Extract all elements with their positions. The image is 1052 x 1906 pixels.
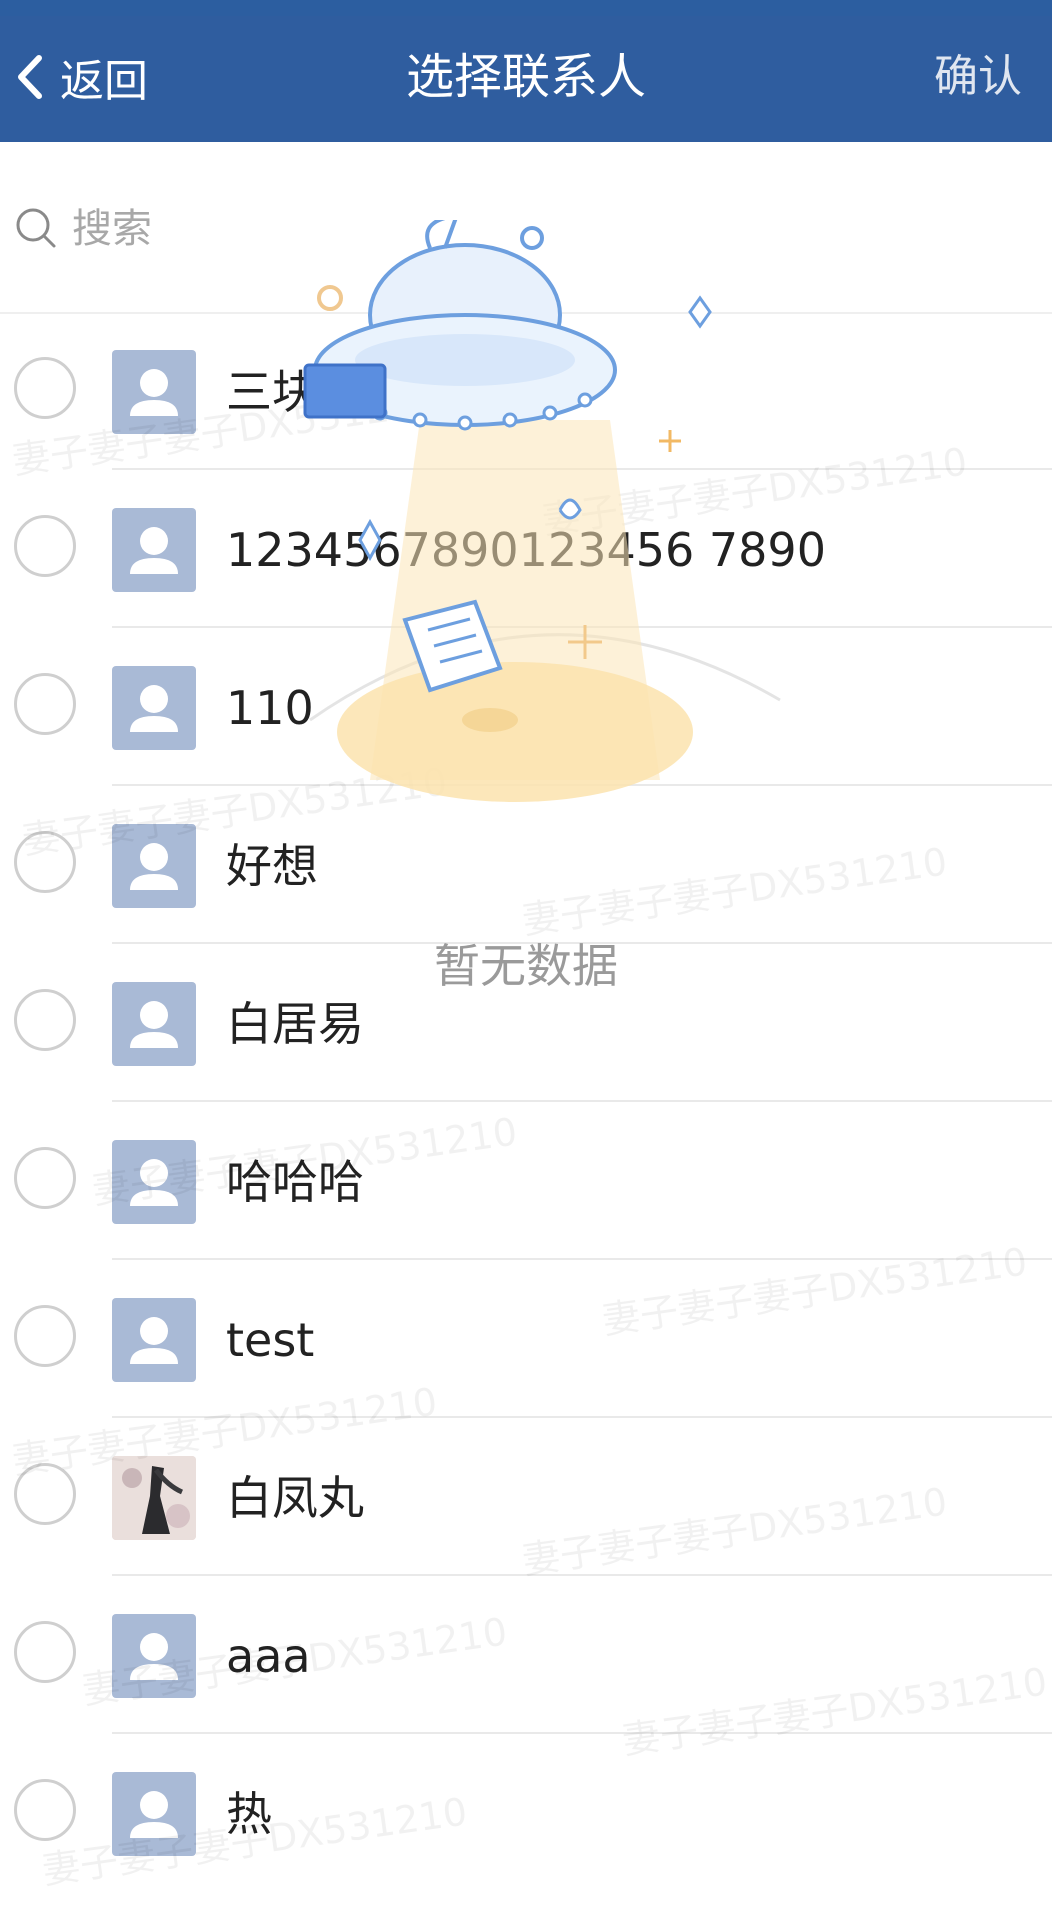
default-avatar-icon — [112, 1772, 196, 1856]
default-avatar-icon — [112, 666, 196, 750]
search-icon — [14, 206, 58, 250]
contact-name: 110 — [226, 681, 314, 735]
contact-name: aaa — [226, 1629, 311, 1683]
select-radio[interactable] — [14, 1621, 76, 1683]
contact-name: 好想 — [226, 839, 318, 893]
status-bar — [0, 0, 1052, 16]
default-avatar-icon — [112, 1298, 196, 1382]
contact-row[interactable]: 白凤丸 — [0, 1418, 1052, 1576]
default-avatar-icon — [112, 1614, 196, 1698]
default-avatar-icon — [112, 982, 196, 1066]
select-radio[interactable] — [14, 515, 76, 577]
select-radio[interactable] — [14, 1779, 76, 1841]
default-avatar-icon — [112, 824, 196, 908]
nav-bar: 返回 选择联系人 确认 — [0, 16, 1052, 142]
contact-row[interactable]: aaa — [0, 1576, 1052, 1734]
select-radio[interactable] — [14, 1305, 76, 1367]
select-radio[interactable] — [14, 831, 76, 893]
contact-name: test — [226, 1313, 315, 1367]
select-radio[interactable] — [14, 1147, 76, 1209]
contact-row[interactable]: 1234567890123456 7890 — [0, 470, 1052, 628]
page-title: 选择联系人 — [405, 49, 646, 105]
select-radio[interactable] — [14, 673, 76, 735]
select-radio[interactable] — [14, 357, 76, 419]
contact-name: 1234567890123456 7890 — [226, 523, 826, 577]
contact-list: 三块 1234567890123456 7890 110 好想 白居易 哈哈哈 … — [0, 312, 1052, 1892]
contact-row[interactable]: test — [0, 1260, 1052, 1418]
contact-name: 哈哈哈 — [226, 1155, 364, 1209]
contact-row[interactable]: 三块 — [0, 312, 1052, 470]
confirm-button[interactable]: 确认 — [934, 46, 1022, 108]
select-radio[interactable] — [14, 1463, 76, 1525]
default-avatar-icon — [112, 1140, 196, 1224]
contact-name: 三块 — [226, 365, 318, 419]
contact-row[interactable]: 好想 — [0, 786, 1052, 944]
contact-row[interactable]: 白居易 — [0, 944, 1052, 1102]
select-radio[interactable] — [14, 989, 76, 1051]
search-input[interactable] — [70, 200, 974, 258]
contact-row[interactable]: 哈哈哈 — [0, 1102, 1052, 1260]
photo-avatar — [112, 1456, 196, 1540]
contact-row[interactable]: 110 — [0, 628, 1052, 786]
default-avatar-icon — [112, 350, 196, 434]
contact-name: 热 — [226, 1787, 272, 1841]
contact-name: 白居易 — [226, 997, 364, 1051]
contact-row[interactable]: 热 — [0, 1734, 1052, 1892]
contact-name: 白凤丸 — [226, 1471, 364, 1525]
default-avatar-icon — [112, 508, 196, 592]
